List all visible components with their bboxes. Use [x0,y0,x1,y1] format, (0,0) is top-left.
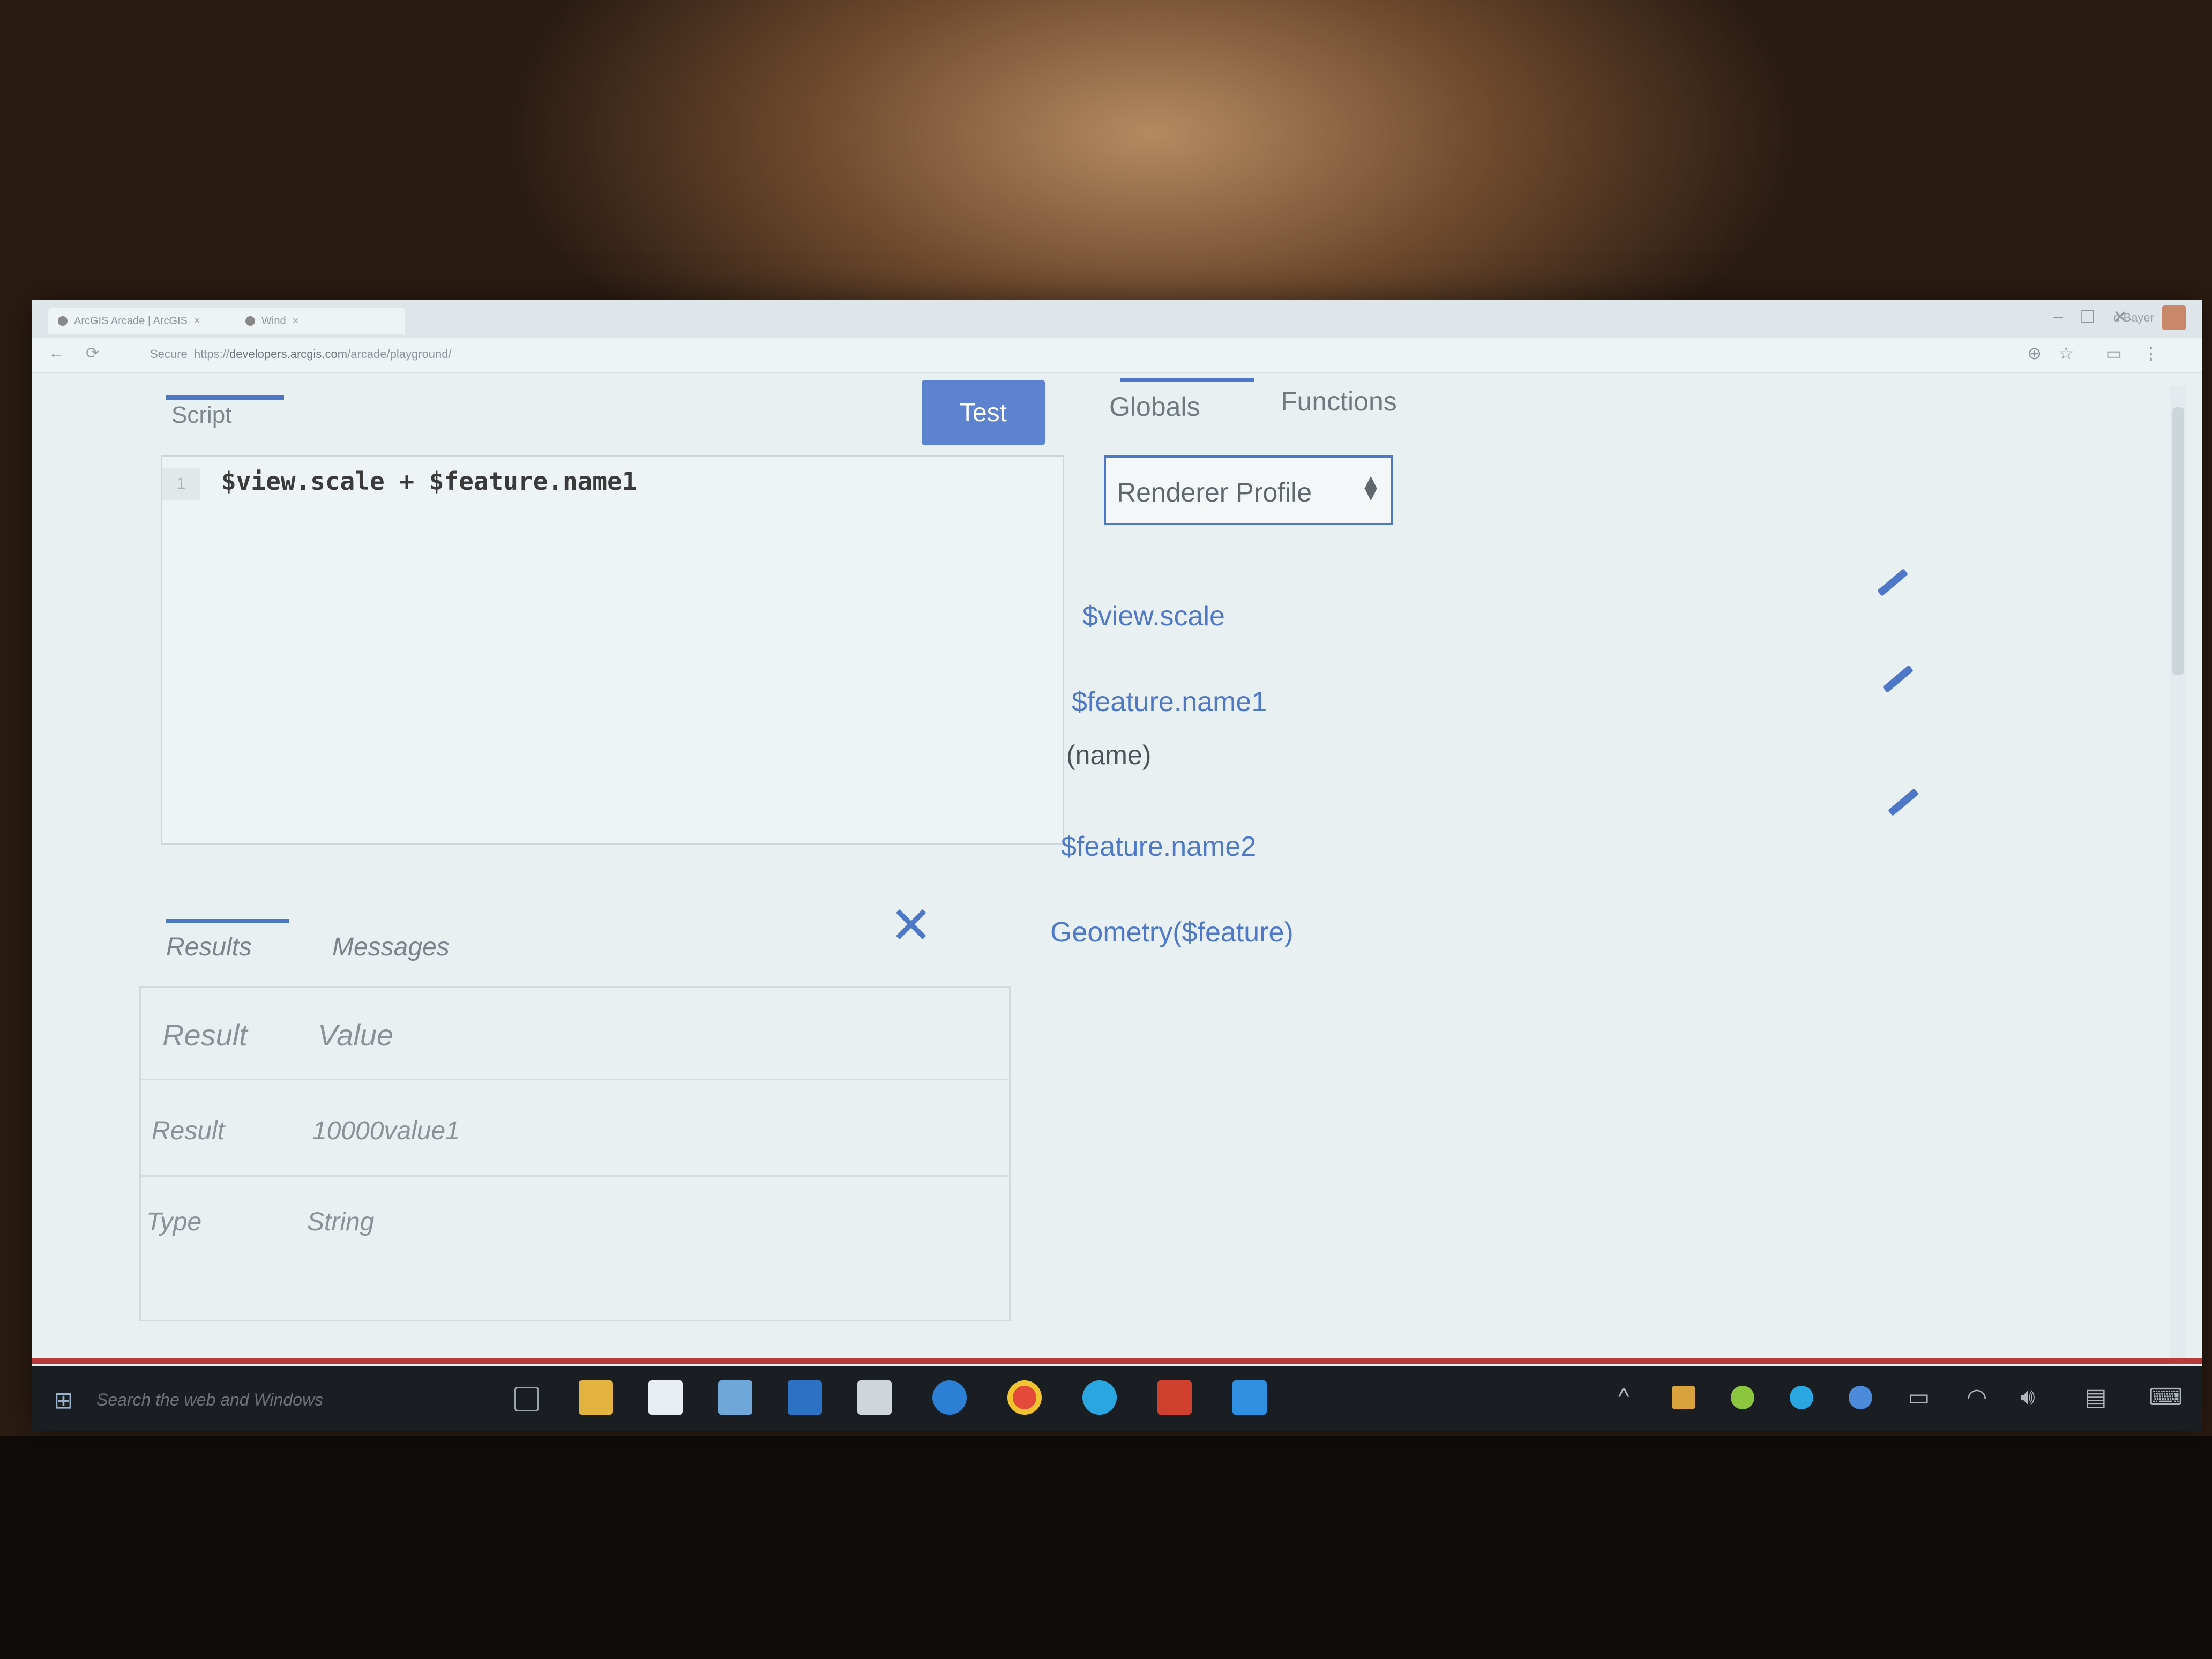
app-icon[interactable] [857,1380,892,1415]
reload-icon[interactable]: ⟳ [86,344,99,363]
table-header: Result Value [141,988,1009,1080]
page-bottom-border [32,1358,2202,1364]
url-path: /arcade/playground/ [347,347,452,361]
edit-pencil-icon[interactable] [1877,569,1909,596]
results-table: Result Value Result 10000value1 Type Str… [139,986,1011,1321]
browser-tab-label: Wind [261,315,286,327]
tab-functions[interactable]: Functions [1281,386,1397,417]
menu-icon[interactable]: ⋮ [2142,343,2159,363]
scrollbar-thumb[interactable] [2172,407,2184,675]
global-feature-name1-alias: (name) [1066,740,1152,770]
profile-select-value: Renderer Profile [1117,477,1312,507]
row-value: String [307,1208,375,1236]
projected-screen: ArcGIS Arcade | ArcGIS × Wind × – ☐ ✕ d … [32,300,2202,1431]
avatar[interactable] [2162,305,2186,330]
global-geometry-function[interactable]: Geometry($feature) [1050,916,1294,948]
profile-select[interactable]: Renderer Profile ▲ ▼ [1104,455,1393,525]
table-row: Result 10000value1 [141,1079,1009,1177]
tab-globals[interactable]: Globals [1109,391,1200,422]
edge-icon[interactable] [932,1380,967,1415]
edit-pencil-icon[interactable] [1882,665,1914,693]
close-results-icon[interactable]: ✕ [890,900,932,952]
select-arrows-icon: ▲ ▼ [1360,470,1381,505]
header-result: Result [162,1018,248,1052]
globals-tab-indicator [1120,378,1254,382]
minimize-icon[interactable]: – [2053,307,2063,326]
secure-label: Secure [150,347,188,361]
notifications-icon[interactable]: ▤ [2084,1384,2107,1411]
browser-tab[interactable]: Wind × [236,308,405,334]
scrollbar[interactable] [2170,386,2186,1404]
test-button[interactable]: Test [922,380,1045,445]
favicon-icon [245,316,255,326]
skype-icon[interactable] [1082,1380,1117,1415]
store-icon[interactable] [648,1380,683,1415]
browser-tabstrip: ArcGIS Arcade | ArcGIS × Wind × – ☐ ✕ d … [32,300,2202,338]
script-tab-indicator [166,395,284,400]
tab-script[interactable]: Script [171,402,231,429]
line-number: 1 [162,468,200,500]
url-domain: developers.arcgis.com [229,347,348,361]
tray-chevron-icon[interactable]: ^ [1618,1384,1630,1410]
chrome-icon[interactable] [1007,1380,1042,1415]
taskbar-search[interactable]: Search the web and Windows [96,1390,323,1410]
star-icon[interactable]: ☆ [2058,343,2074,363]
url-field[interactable]: Secure https://developers.arcgis.com/arc… [150,347,452,361]
code-line[interactable]: $view.scale + $feature.name1 [221,467,637,496]
powerpoint-icon[interactable] [1157,1380,1192,1415]
tab-results[interactable]: Results [166,932,252,962]
row-key: Type [146,1208,202,1236]
notepad-icon[interactable] [718,1380,752,1415]
browser-tab-active[interactable]: ArcGIS Arcade | ArcGIS × [48,308,244,334]
windows-start-icon[interactable]: ⊞ [54,1387,73,1414]
edit-pencil-icon[interactable] [1887,788,1919,816]
file-explorer-icon[interactable] [579,1380,613,1415]
row-key: Result [152,1117,225,1145]
url-prefix: https:// [193,347,229,361]
zoom-icon[interactable]: ⊕ [2027,343,2042,363]
cast-icon[interactable]: ▭ [2106,343,2122,363]
favicon-icon [58,316,68,326]
global-feature-name1[interactable]: $feature.name1 [1072,686,1267,718]
windows-taskbar: ⊞ Search the web and Windows ^ ▭ ◠ 🔊︎ ▤ … [32,1366,2202,1431]
outlook-icon[interactable] [788,1380,822,1415]
row-value: 10000value1 [312,1117,460,1145]
results-tab-indicator [166,919,289,923]
app-blue-icon[interactable] [1232,1380,1267,1415]
keyboard-icon[interactable]: ⌨ [2149,1384,2183,1411]
header-value: Value [318,1018,394,1052]
tray-green-icon[interactable] [1731,1386,1754,1409]
global-feature-name2[interactable]: $feature.name2 [1061,831,1256,863]
user-name[interactable]: d Bayer [2113,311,2154,325]
tray-skype-icon[interactable] [1790,1386,1813,1409]
table-row: Type String [141,1175,1009,1272]
browser-tab-label: ArcGIS Arcade | ArcGIS [74,315,188,327]
wifi-icon[interactable]: ◠ [1967,1384,1987,1411]
tray-app-icon[interactable] [1849,1386,1872,1409]
global-view-scale[interactable]: $view.scale [1082,600,1225,632]
tray-lock-icon[interactable] [1672,1386,1695,1409]
volume-icon[interactable]: 🔊︎ [2020,1384,2035,1410]
tab-close-icon[interactable]: × [293,315,299,327]
back-icon[interactable]: ← [48,344,64,362]
address-bar: ← ⟳ Secure https://developers.arcgis.com… [32,338,2202,373]
task-view-icon[interactable] [514,1387,539,1411]
battery-icon[interactable]: ▭ [1908,1384,1930,1411]
maximize-icon[interactable]: ☐ [2080,307,2095,327]
room-wall [0,1436,2212,1659]
code-editor[interactable]: 1 $view.scale + $feature.name1 [161,455,1064,845]
tab-close-icon[interactable]: × [194,315,200,327]
tab-messages[interactable]: Messages [332,932,450,962]
